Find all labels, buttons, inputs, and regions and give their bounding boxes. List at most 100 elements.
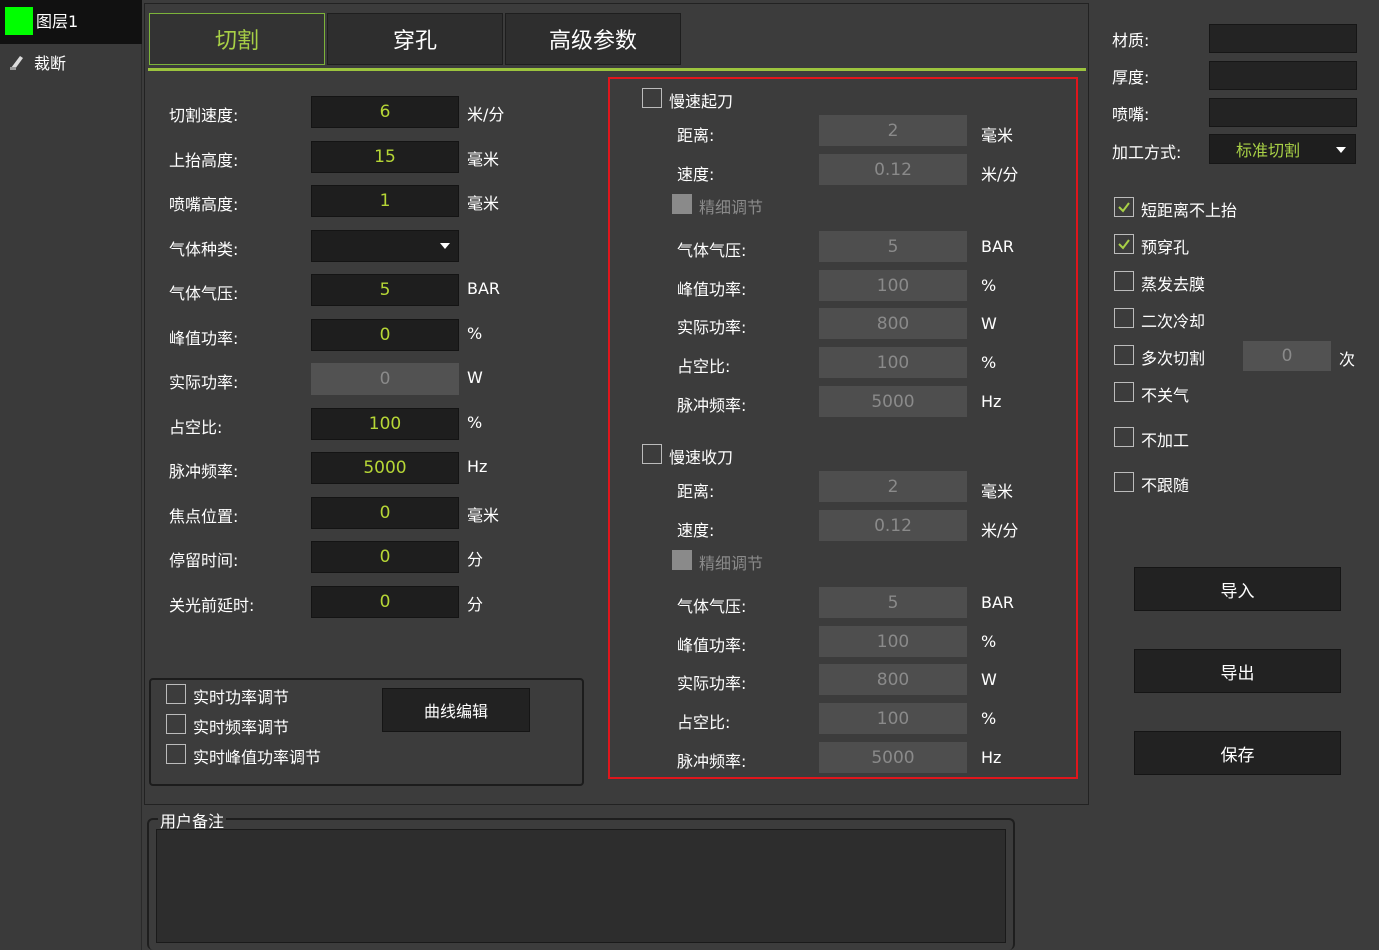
- save-button[interactable]: 保存: [1134, 731, 1341, 775]
- slow_end-title: 慢速收刀: [669, 448, 734, 467]
- slow-param-unit: W: [981, 670, 997, 689]
- slow-param-label: 实际功率:: [677, 318, 747, 337]
- slow-param-input: 100: [819, 626, 967, 657]
- param-input[interactable]: 0: [311, 541, 459, 573]
- slow-param-input: 100: [819, 703, 967, 734]
- slow-param-input: 2: [819, 471, 967, 502]
- param-label: 气体种类:: [169, 240, 239, 259]
- method-select[interactable]: 标准切割: [1209, 134, 1356, 164]
- param-input[interactable]: 5000: [311, 452, 459, 484]
- notes-input[interactable]: [156, 829, 1006, 943]
- chevron-down-icon: [440, 243, 450, 249]
- param-label: 实际功率:: [169, 373, 239, 392]
- slow-param-unit: W: [981, 314, 997, 333]
- param-input[interactable]: 0: [311, 319, 459, 351]
- realtime-checkbox[interactable]: [166, 714, 186, 734]
- layer-panel: [0, 0, 142, 950]
- slow-param-input: 5000: [819, 742, 967, 773]
- layer-row[interactable]: 图层1: [0, 0, 142, 44]
- slow-param-label: 速度:: [677, 165, 715, 184]
- realtime-checkbox[interactable]: [166, 684, 186, 704]
- option-label: 多次切割: [1141, 349, 1206, 368]
- slow-param-unit: BAR: [981, 237, 1015, 256]
- layer-name: 图层1: [36, 12, 79, 31]
- realtime-label: 实时峰值功率调节: [193, 748, 322, 767]
- thickness-label: 厚度:: [1112, 68, 1150, 87]
- slow-param-input: 0.12: [819, 154, 967, 185]
- param-label: 关光前延时:: [169, 596, 255, 615]
- slow-param-label: 脉冲频率:: [677, 752, 747, 771]
- slow-param-unit: Hz: [981, 748, 1002, 767]
- fine-adjust-checkbox: [672, 550, 692, 570]
- nozzle-label: 喷嘴:: [1112, 105, 1150, 124]
- param-unit: %: [467, 413, 483, 432]
- cut-layer-item[interactable]: 裁断: [8, 50, 66, 74]
- material-label: 材质:: [1112, 31, 1150, 50]
- slow-param-label: 脉冲频率:: [677, 396, 747, 415]
- param-unit: 分: [467, 550, 484, 569]
- option-label: 不加工: [1141, 431, 1190, 450]
- param-input[interactable]: 15: [311, 141, 459, 173]
- option-checkbox[interactable]: [1114, 382, 1134, 402]
- chevron-down-icon: [1336, 147, 1346, 153]
- slow-param-label: 速度:: [677, 521, 715, 540]
- param-input[interactable]: 100: [311, 408, 459, 440]
- gas-type-select[interactable]: [311, 230, 459, 262]
- slow-param-label: 气体气压:: [677, 241, 747, 260]
- slow-param-input: 5000: [819, 386, 967, 417]
- slow-param-input: 800: [819, 664, 967, 695]
- param-label: 占空比:: [169, 418, 223, 437]
- realtime-checkbox[interactable]: [166, 744, 186, 764]
- param-label: 气体气压:: [169, 284, 239, 303]
- nozzle-field[interactable]: [1209, 98, 1357, 127]
- multi-cut-count[interactable]: 0: [1243, 341, 1331, 371]
- slow-param-unit: %: [981, 632, 997, 651]
- option-checkbox[interactable]: [1114, 197, 1134, 217]
- slow-param-input: 5: [819, 231, 967, 262]
- tab-advanced[interactable]: 高级参数: [505, 13, 681, 65]
- slow_start-title: 慢速起刀: [669, 92, 734, 111]
- layer-color-swatch: [5, 7, 33, 35]
- param-unit: 毫米: [467, 150, 500, 169]
- option-checkbox[interactable]: [1114, 427, 1134, 447]
- thickness-field[interactable]: [1209, 61, 1357, 90]
- import-button[interactable]: 导入: [1134, 567, 1341, 611]
- check-icon: [1118, 202, 1130, 213]
- option-checkbox[interactable]: [1114, 308, 1134, 328]
- param-input[interactable]: 5: [311, 274, 459, 306]
- slow-param-unit: %: [981, 709, 997, 728]
- param-input[interactable]: 0: [311, 497, 459, 529]
- option-label: 蒸发去膜: [1141, 275, 1206, 294]
- slow-param-label: 峰值功率:: [677, 280, 747, 299]
- option-checkbox[interactable]: [1114, 472, 1134, 492]
- slow_start-checkbox[interactable]: [642, 88, 662, 108]
- param-unit: 分: [467, 595, 484, 614]
- option-label: 不关气: [1141, 386, 1190, 405]
- param-unit: 毫米: [467, 194, 500, 213]
- param-input[interactable]: 0: [311, 586, 459, 618]
- fine-adjust-label: 精细调节: [699, 198, 764, 217]
- slow-param-unit: 米/分: [981, 165, 1019, 184]
- export-button[interactable]: 导出: [1134, 649, 1341, 693]
- option-checkbox[interactable]: [1114, 271, 1134, 291]
- slow-param-label: 距离:: [677, 126, 715, 145]
- param-label: 上抬高度:: [169, 151, 239, 170]
- slow-param-input: 5: [819, 587, 967, 618]
- material-field[interactable]: [1209, 24, 1357, 53]
- param-input[interactable]: 1: [311, 185, 459, 217]
- tab-pierce[interactable]: 穿孔: [327, 13, 503, 65]
- slow_end-checkbox[interactable]: [642, 444, 662, 464]
- slow-param-unit: 毫米: [981, 482, 1014, 501]
- param-unit: %: [467, 324, 483, 343]
- slow-param-label: 占空比:: [677, 357, 731, 376]
- tab-cut[interactable]: 切割: [149, 13, 325, 65]
- param-input[interactable]: 6: [311, 96, 459, 128]
- tab-underline: [148, 68, 1086, 71]
- slow-param-unit: 毫米: [981, 126, 1014, 145]
- option-checkbox[interactable]: [1114, 234, 1134, 254]
- slow-param-label: 气体气压:: [677, 597, 747, 616]
- slow-param-label: 占空比:: [677, 713, 731, 732]
- curve-edit-button[interactable]: 曲线编辑: [382, 688, 530, 732]
- option-label: 短距离不上抬: [1141, 201, 1238, 220]
- option-checkbox[interactable]: [1114, 345, 1134, 365]
